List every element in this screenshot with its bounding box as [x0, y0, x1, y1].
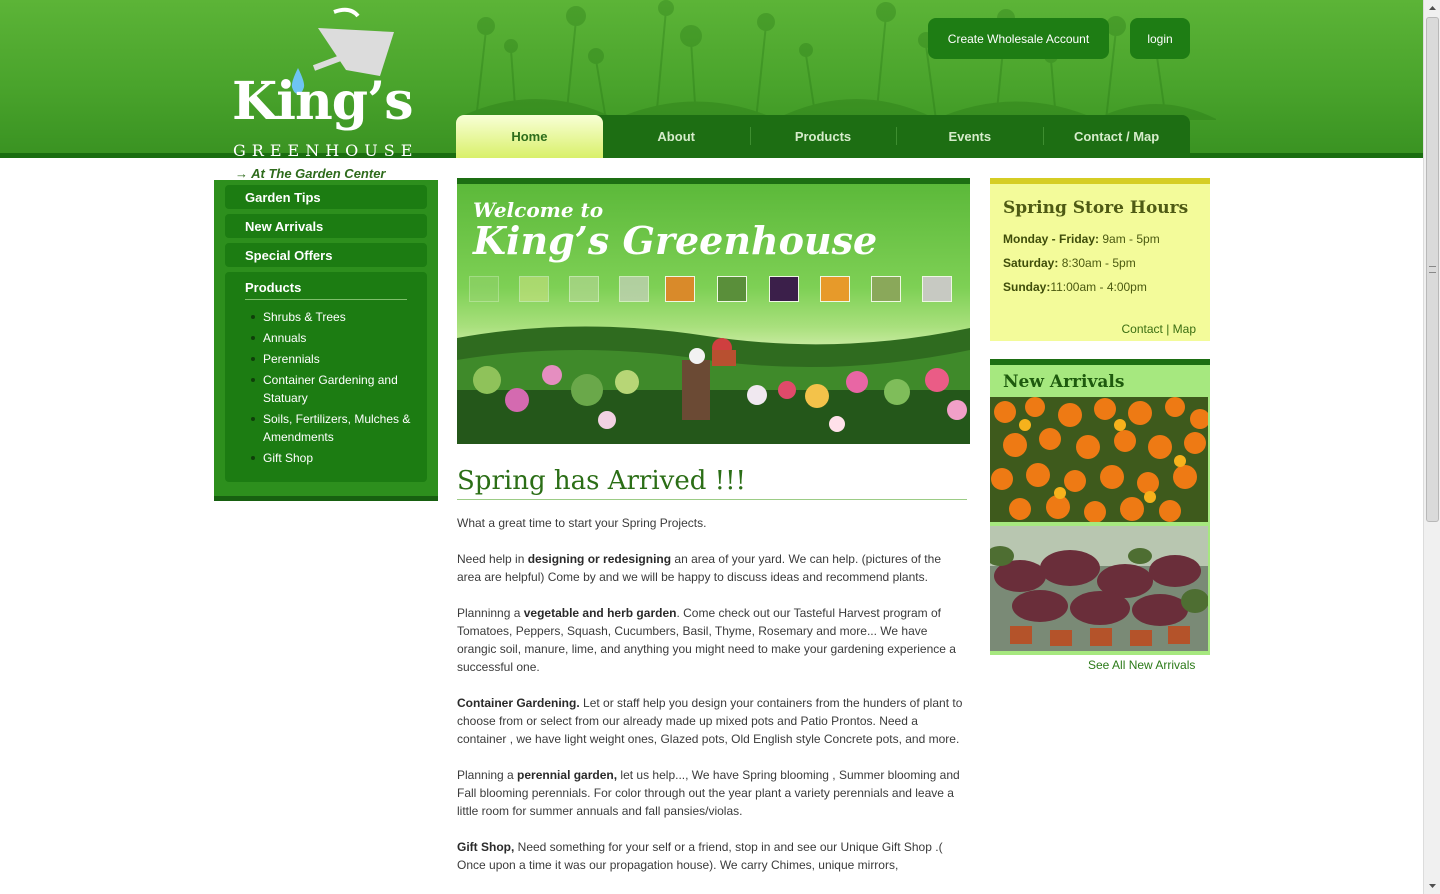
logo-tagline: → At The Garden Center — [235, 166, 386, 181]
hero-thumbnail-strip — [469, 276, 959, 304]
scroll-up-arrow-icon[interactable] — [1424, 0, 1440, 17]
sidebar-product-link[interactable]: Perennials — [251, 350, 413, 368]
sidebar-product-link[interactable]: Container Gardening and Statuary — [251, 371, 413, 407]
hero-thumbnail[interactable] — [665, 276, 695, 302]
see-all-new-arrivals-link[interactable]: See All New Arrivals — [1088, 658, 1195, 672]
nav-tab-events[interactable]: Events — [896, 115, 1043, 158]
hero-banner: Welcome to King’s Greenhouse — [457, 178, 970, 444]
scroll-down-arrow-icon[interactable] — [1424, 877, 1440, 894]
sidebar-product-link[interactable]: Shrubs & Trees — [251, 308, 413, 326]
vertical-scrollbar[interactable] — [1423, 0, 1440, 894]
new-arrivals-title: New Arrivals — [1003, 372, 1125, 392]
article-paragraph: What a great time to start your Spring P… — [457, 516, 707, 530]
contact-link[interactable]: Contact — [1122, 322, 1163, 336]
hero-thumbnail[interactable] — [469, 276, 499, 302]
store-hours-row: Saturday: 8:30am - 5pm — [1003, 256, 1136, 270]
sidebar-product-link[interactable]: Annuals — [251, 329, 413, 347]
scrollbar-grip-icon — [1429, 266, 1436, 273]
scrollbar-thumb[interactable] — [1426, 17, 1439, 522]
sidebar-item-special-offers[interactable]: Special Offers — [225, 243, 427, 267]
hero-thumbnail[interactable] — [820, 276, 850, 302]
sidebar-products-list: Shrubs & Trees Annuals Perennials Contai… — [251, 308, 413, 470]
article-paragraph: Container Gardening. Let or staff help y… — [457, 696, 963, 746]
sidebar-item-new-arrivals[interactable]: New Arrivals — [225, 214, 427, 238]
logo-title: King’s — [232, 71, 413, 132]
article-title: Spring has Arrived !!! — [457, 466, 967, 500]
link-separator: | — [1162, 322, 1173, 336]
hero-thumbnail[interactable] — [871, 276, 901, 302]
login-button[interactable]: login — [1130, 18, 1190, 59]
greenhouse-plants-photo — [457, 326, 970, 444]
article-body: What a great time to start your Spring P… — [457, 514, 963, 892]
store-hours-row: Sunday:11:00am - 4:00pm — [1003, 280, 1147, 294]
hero-thumbnail[interactable] — [519, 276, 549, 302]
sidebar-products-title[interactable]: Products — [245, 280, 407, 300]
store-hours-row: Monday - Friday: 9am - 5pm — [1003, 232, 1160, 246]
hero-thumbnail[interactable] — [922, 276, 952, 302]
nav-tab-about[interactable]: About — [603, 115, 750, 158]
sidebar-products-panel: Products Shrubs & Trees Annuals Perennia… — [225, 272, 427, 482]
store-hours-title: Spring Store Hours — [1003, 198, 1189, 218]
sidebar-item-garden-tips[interactable]: Garden Tips — [225, 185, 427, 209]
hero-thumbnail[interactable] — [769, 276, 799, 302]
nav-tab-contact-map[interactable]: Contact / Map — [1043, 115, 1190, 158]
article-paragraph: Planning a perennial garden, let us help… — [457, 768, 960, 818]
new-arrivals-box: New Arrivals — [990, 359, 1210, 655]
logo-subtitle: GREENHOUSE — [233, 141, 419, 160]
hours-contact-links: Contact | Map — [1122, 322, 1197, 336]
create-wholesale-account-button[interactable]: Create Wholesale Account — [928, 18, 1109, 59]
sidebar-product-link[interactable]: Gift Shop — [251, 449, 413, 467]
hero-thumbnail[interactable] — [619, 276, 649, 302]
nav-tab-products[interactable]: Products — [749, 115, 897, 158]
left-sidebar: Garden Tips New Arrivals Special Offers … — [214, 180, 438, 501]
marigolds-photo[interactable] — [990, 397, 1208, 522]
hero-thumbnail[interactable] — [569, 276, 599, 302]
article-paragraph: Planninng a vegetable and herb garden. C… — [457, 606, 956, 674]
article-paragraph: Need help in designing or redesigning an… — [457, 552, 941, 584]
hero-name-text: King’s Greenhouse — [473, 218, 878, 263]
map-link[interactable]: Map — [1173, 322, 1196, 336]
main-nav: Home About Products Events Contact / Map — [456, 115, 1190, 158]
hero-thumbnail[interactable] — [717, 276, 747, 302]
sidebar-product-link[interactable]: Soils, Fertilizers, Mulches & Amendments — [251, 410, 413, 446]
article-paragraph: Gift Shop, Need something for your self … — [457, 840, 943, 872]
store-hours-box: Spring Store Hours Monday - Friday: 9am … — [990, 178, 1210, 341]
nav-tab-home[interactable]: Home — [456, 115, 603, 158]
coleus-plants-photo[interactable] — [990, 526, 1208, 651]
